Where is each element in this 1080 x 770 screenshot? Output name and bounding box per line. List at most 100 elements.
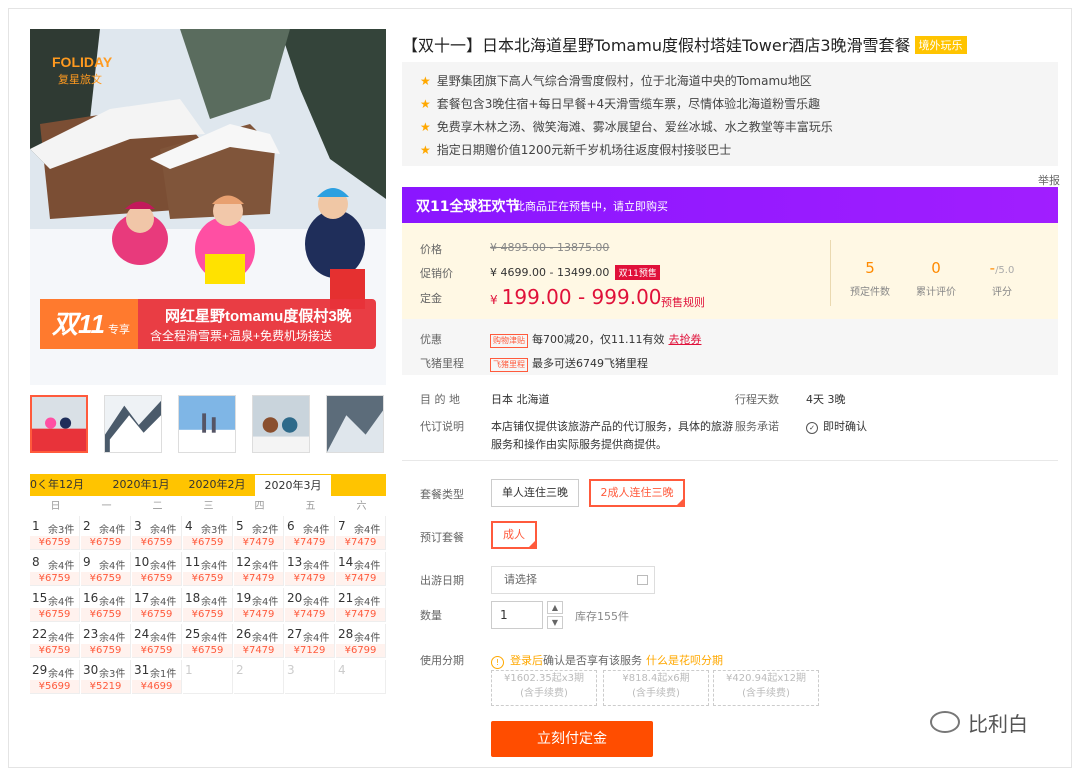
day-number: 20 <box>287 591 303 605</box>
day-price: ¥7479 <box>234 572 283 585</box>
calendar-day[interactable]: 17 余4件 ¥6759 <box>132 588 182 622</box>
thumbnail-4[interactable] <box>252 395 310 453</box>
miles-label: 飞猪里程 <box>420 357 464 370</box>
day-price: ¥6759 <box>81 536 130 549</box>
deposit-value: 199.00 - 999.00 <box>501 285 662 309</box>
discount-row: 购物津贴 每700减20，仅11.11有效 去抢券 <box>490 331 701 348</box>
booking-adult[interactable]: 成人 <box>491 521 537 549</box>
calendar-day[interactable]: 3 余4件 ¥6759 <box>132 516 182 550</box>
calendar-day[interactable]: 21 余4件 ¥7479 <box>336 588 386 622</box>
original-price: ¥ 4895.00 - 13875.00 <box>490 241 610 254</box>
day-number: 9 <box>83 555 91 569</box>
calendar-day[interactable]: 30 余3件 ¥5219 <box>81 660 131 694</box>
calendar-day[interactable]: 4 余3件 ¥6759 <box>183 516 233 550</box>
day-stock: 余4件 <box>48 669 75 680</box>
calendar-day[interactable]: 22 余4件 ¥6759 <box>30 624 80 658</box>
day-number: 4 <box>338 663 346 677</box>
login-link[interactable]: 登录后 <box>510 654 543 667</box>
report-link[interactable]: 举报 <box>1038 172 1060 188</box>
weekday-label: 二 <box>152 501 163 512</box>
calendar-day[interactable]: 10 余4件 ¥6759 <box>132 552 182 586</box>
calendar-day[interactable]: 20 余4件 ¥7479 <box>285 588 335 622</box>
calendar-day[interactable]: 2 余4件 ¥6759 <box>81 516 131 550</box>
calendar-day[interactable]: 31 余1件 ¥4699 <box>132 660 182 694</box>
calendar-day[interactable]: 13 余4件 ¥7479 <box>285 552 335 586</box>
calendar-day[interactable]: 29 余4件 ¥5699 <box>30 660 80 694</box>
calendar-day[interactable]: 26 余4件 ¥7479 <box>234 624 284 658</box>
calendar-prev-month[interactable]: 0く年12月 <box>30 474 84 496</box>
package-single-3nights[interactable]: 单人连住三晚 <box>491 479 579 507</box>
day-number: 2 <box>83 519 91 533</box>
grab-coupon-link[interactable]: 去抢券 <box>668 333 701 346</box>
day-price: ¥6759 <box>183 572 232 585</box>
calendar-day[interactable]: 28 余4件 ¥6799 <box>336 624 386 658</box>
day-number: 22 <box>32 627 48 641</box>
day-price: ¥6759 <box>183 536 232 549</box>
tab-2020-03[interactable]: 2020年3月 <box>254 474 332 496</box>
day-price: ¥6759 <box>81 572 130 585</box>
agent-note-line2: 服务和操作由实际服务提供商提供。 <box>491 438 667 451</box>
travel-date-input[interactable]: 请选择 <box>491 566 655 594</box>
day-number: 7 <box>338 519 346 533</box>
quantity-decrease-button[interactable]: ▼ <box>547 616 563 629</box>
thumbnail-1[interactable] <box>30 395 88 453</box>
calendar-day[interactable]: 5 余2件 ¥7479 <box>234 516 284 550</box>
thumbnail-2[interactable] <box>104 395 162 453</box>
calendar-day[interactable]: 23 余4件 ¥6759 <box>81 624 131 658</box>
calendar-day[interactable]: 1 余3件 ¥6759 <box>30 516 80 550</box>
day-price: ¥7479 <box>285 608 334 621</box>
weekday-label: 一 <box>101 501 112 512</box>
installment-12-periods[interactable]: ¥420.94起x12期 (含手续费) <box>713 670 819 706</box>
presale-rules-link[interactable]: 预售规则 <box>661 294 705 310</box>
day-stock: 余4件 <box>99 525 126 536</box>
day-price: ¥7479 <box>336 572 385 585</box>
double11-festival-logo: 双11全球狂欢节 <box>416 199 520 215</box>
day-price: ¥7479 <box>336 536 385 549</box>
day-stock: 余4件 <box>48 561 75 572</box>
pay-deposit-button[interactable]: 立刻付定金 <box>491 721 653 757</box>
calendar-day[interactable]: 9 余4件 ¥6759 <box>81 552 131 586</box>
tab-2020-02[interactable]: 2020年2月 <box>180 474 254 496</box>
calendar-day[interactable]: 12 余4件 ¥7479 <box>234 552 284 586</box>
calendar-day[interactable]: 6 余4件 ¥7479 <box>285 516 335 550</box>
calendar-day[interactable]: 11 余4件 ¥6759 <box>183 552 233 586</box>
thumbnail-5[interactable] <box>326 395 384 453</box>
day-number: 26 <box>236 627 252 641</box>
thumbnail-3[interactable] <box>178 395 236 453</box>
day-stock: 余4件 <box>201 633 228 644</box>
installment-amount: ¥420.94起x12期 <box>726 673 806 684</box>
calendar-day[interactable]: 14 余4件 ¥7479 <box>336 552 386 586</box>
calendar-day[interactable]: 18 余4件 ¥6759 <box>183 588 233 622</box>
installment-3-periods[interactable]: ¥1602.35起x3期 (含手续费) <box>491 670 597 706</box>
travel-date-placeholder: 请选择 <box>504 573 537 586</box>
package-2adults-3nights[interactable]: 2成人连住三晚 <box>589 479 685 507</box>
shopping-allowance-tag: 购物津贴 <box>490 334 528 348</box>
brand-logo-subtext: 复星旅文 <box>58 72 102 86</box>
quantity-increase-button[interactable]: ▲ <box>547 601 563 614</box>
day-price: ¥6759 <box>30 536 79 549</box>
installment-6-periods[interactable]: ¥818.4起x6期 (含手续费) <box>603 670 709 706</box>
day-stock: 余4件 <box>48 633 75 644</box>
calendar-day[interactable]: 15 余4件 ¥6759 <box>30 588 80 622</box>
what-is-huabei-link[interactable]: 什么是花呗分期 <box>646 654 723 667</box>
discount-text: 每700减20，仅11.11有效 <box>532 333 665 346</box>
benefits-box: 优惠 购物津贴 每700减20，仅11.11有效 去抢券 飞猪里程 飞猪里程 最多可送… <box>402 319 1058 375</box>
calendar-day[interactable]: 27 余4件 ¥7129 <box>285 624 335 658</box>
calendar-day[interactable]: 19 余4件 ¥7479 <box>234 588 284 622</box>
day-number: 29 <box>32 663 48 677</box>
day-price: ¥6759 <box>132 644 181 657</box>
day-number: 14 <box>338 555 354 569</box>
calendar-day[interactable]: 16 余4件 ¥6759 <box>81 588 131 622</box>
calendar-day[interactable]: 7 余4件 ¥7479 <box>336 516 386 550</box>
calendar-day[interactable]: 24 余4件 ¥6759 <box>132 624 182 658</box>
tab-2020-01[interactable]: 2020年1月 <box>102 474 180 496</box>
calendar-day[interactable]: 8 余4件 ¥6759 <box>30 552 80 586</box>
day-number: 31 <box>134 663 150 677</box>
trip-days-label: 行程天数 <box>735 393 779 406</box>
quantity-input[interactable]: 1 <box>491 601 543 629</box>
calendar-day[interactable]: 25 余4件 ¥6759 <box>183 624 233 658</box>
day-price: ¥6759 <box>30 572 79 585</box>
stat-reviews[interactable]: 0 累计评价 <box>906 259 966 298</box>
star-icon: ★ <box>420 74 431 88</box>
day-number: 28 <box>338 627 354 641</box>
